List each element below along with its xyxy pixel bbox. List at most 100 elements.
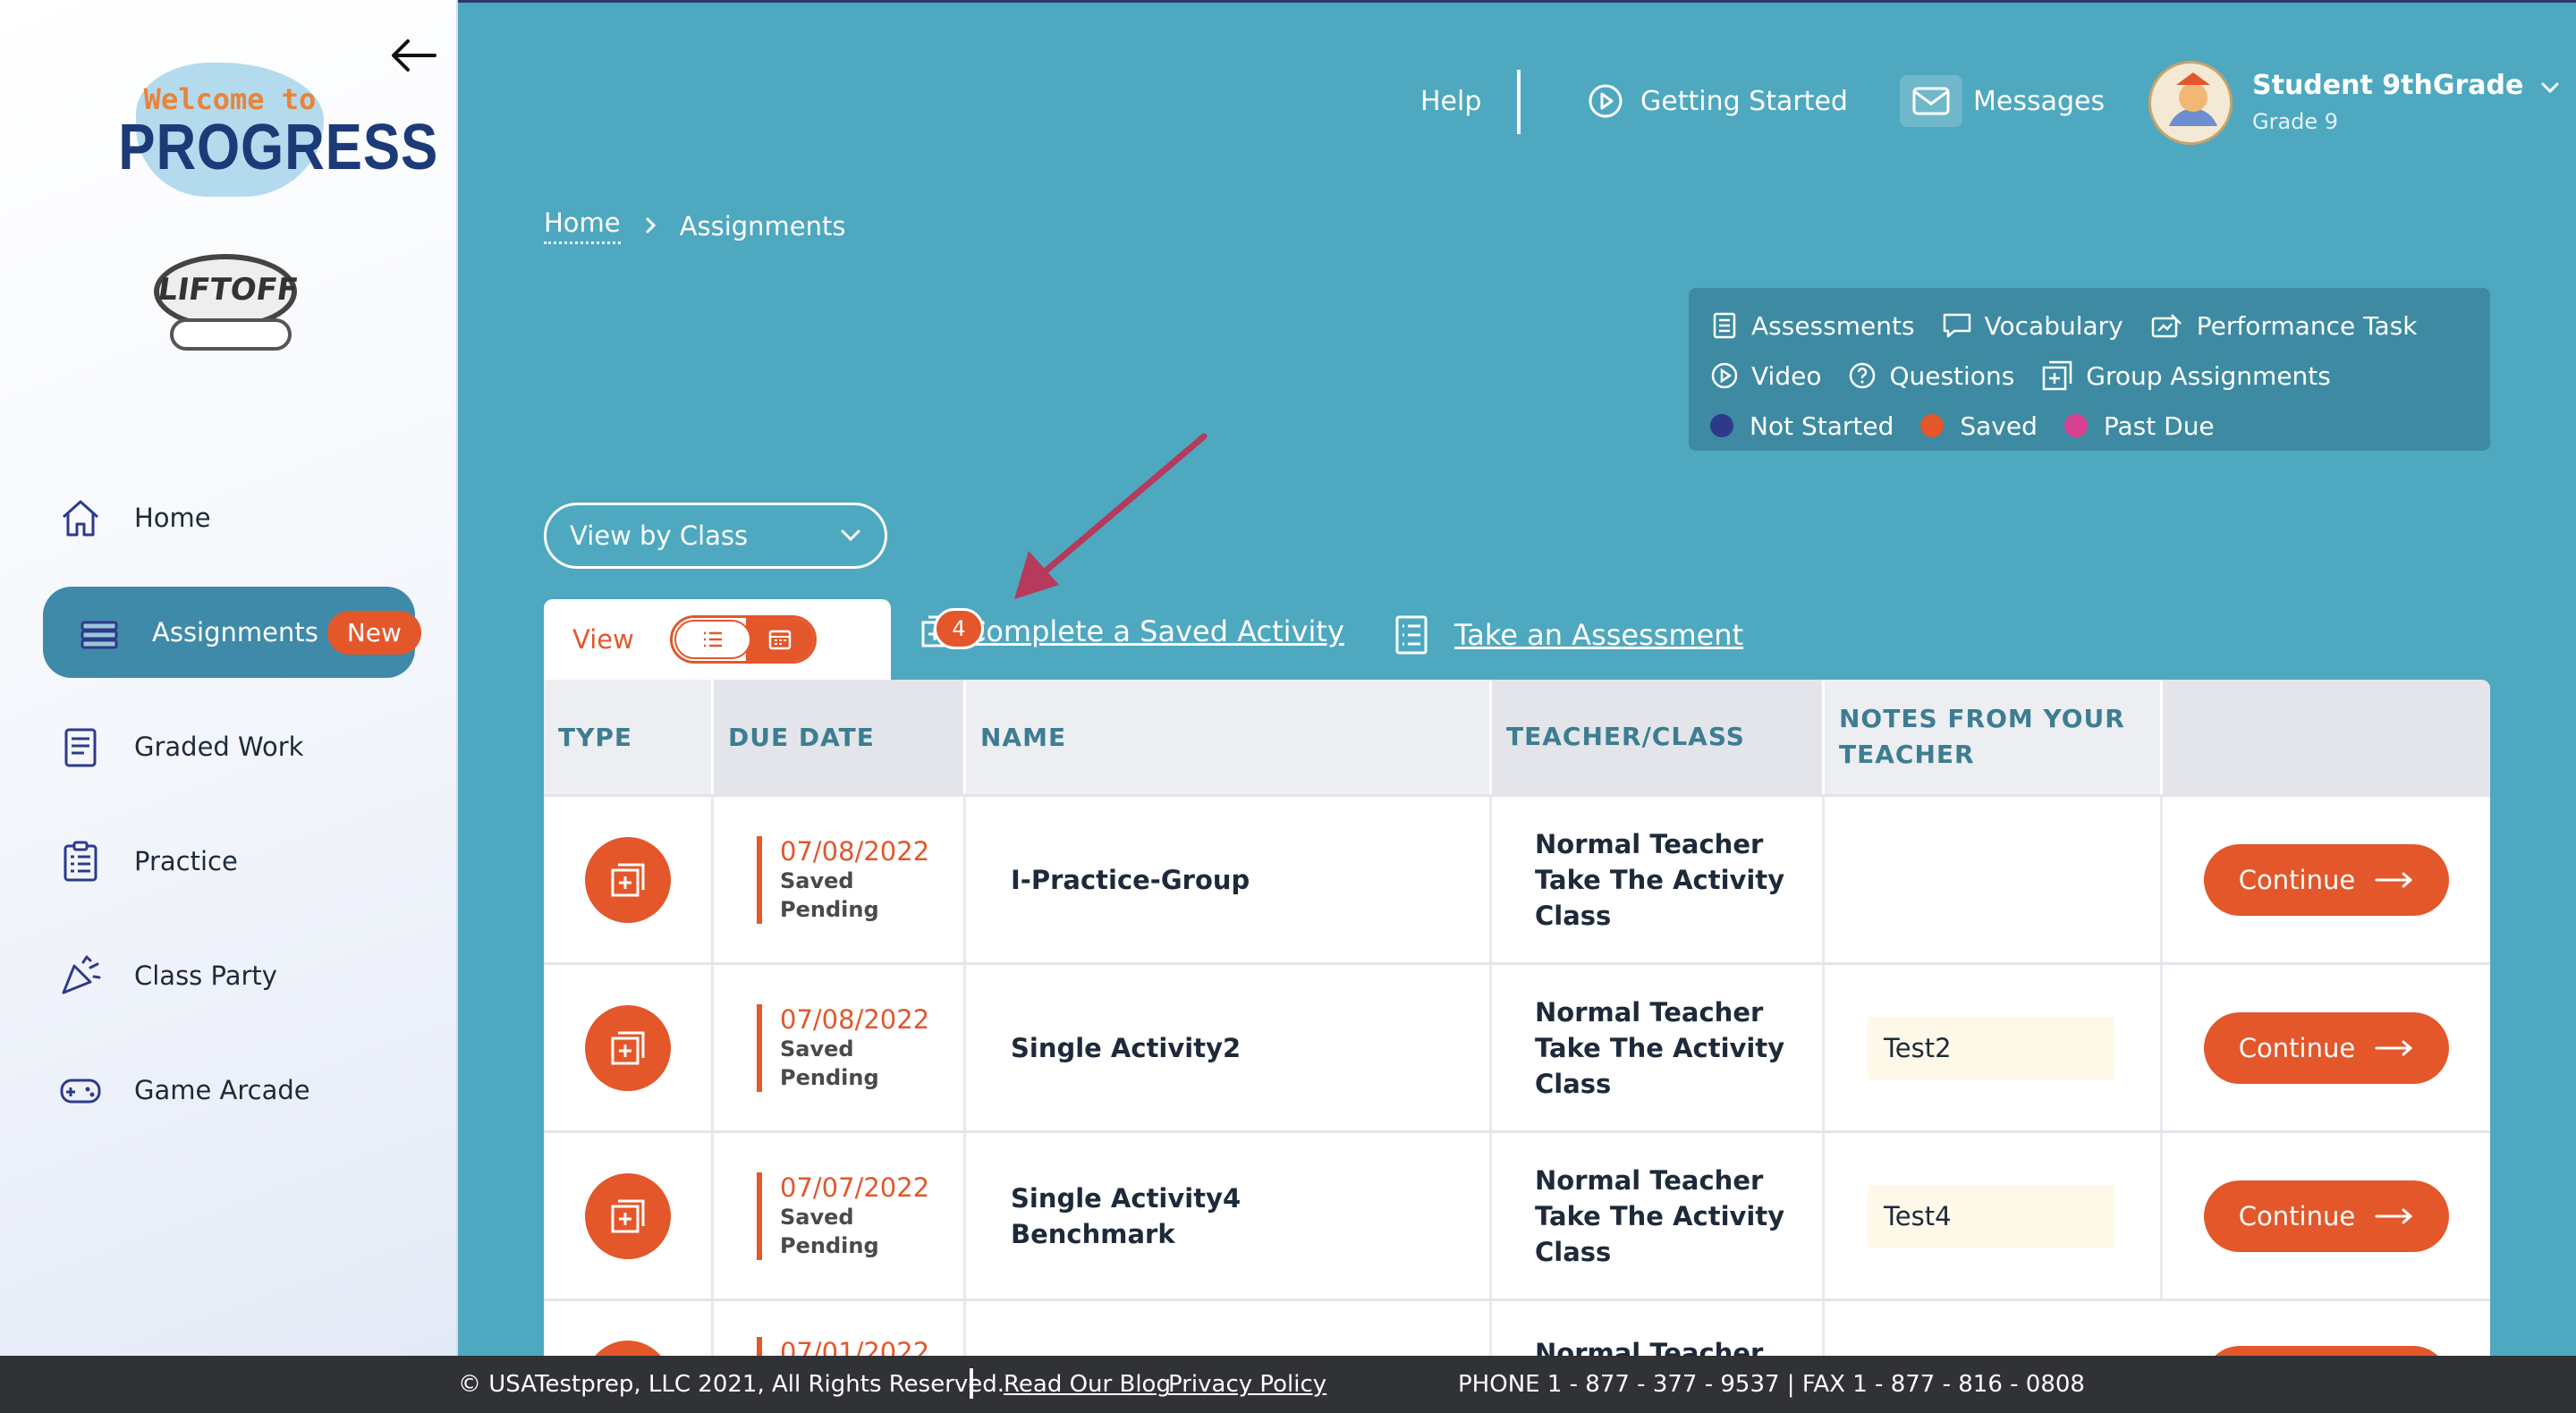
sidebar-item-home[interactable]: Home bbox=[43, 472, 419, 563]
legend-performance-task: Performance Task bbox=[2150, 311, 2418, 341]
legend-label: Performance Task bbox=[2196, 310, 2418, 341]
column-header-notes[interactable]: NOTES FROM YOUR TEACHER bbox=[1825, 680, 2163, 794]
column-header-action bbox=[2163, 680, 2490, 794]
legend-label: Past Due bbox=[2103, 410, 2215, 441]
avatar[interactable] bbox=[2148, 61, 2233, 145]
notes-cell: Test4 bbox=[1825, 1133, 2163, 1299]
legend-label: Saved bbox=[1960, 410, 2038, 441]
calendar-icon[interactable] bbox=[745, 618, 814, 661]
continue-label: Continue bbox=[2238, 864, 2356, 895]
group-assignment-icon[interactable] bbox=[584, 836, 671, 923]
type-cell bbox=[544, 965, 714, 1130]
user-name: Student 9thGrade bbox=[2252, 70, 2524, 101]
sidebar-item-class-party[interactable]: Class Party bbox=[43, 930, 419, 1021]
sidebar-item-label: Practice bbox=[134, 846, 238, 876]
back-arrow-icon[interactable] bbox=[386, 34, 440, 77]
table-row: 07/08/2022 Saved Pending I-Practice-Grou… bbox=[544, 794, 2490, 962]
due-date: 07/08/2022 bbox=[780, 835, 930, 867]
view-label: View bbox=[572, 624, 634, 655]
view-toggle[interactable] bbox=[669, 615, 817, 664]
teacher-name: Normal Teacher bbox=[1535, 996, 1764, 1028]
assignments-table: TYPE DUE DATE NAME TEACHER/CLASS NOTES F… bbox=[544, 680, 2490, 1356]
assessments-icon bbox=[1713, 312, 1736, 339]
status-saved: Saved bbox=[780, 867, 854, 893]
column-header-teacher[interactable]: TEACHER/CLASS bbox=[1492, 680, 1825, 794]
sidebar-item-practice[interactable]: Practice bbox=[43, 816, 419, 907]
arrow-right-icon bbox=[2375, 1208, 2413, 1223]
due-date: 07/07/2022 bbox=[780, 1172, 930, 1203]
legend-label: Vocabulary bbox=[1984, 310, 2123, 341]
legend-group-assignments: Group Assignments bbox=[2041, 360, 2331, 392]
continue-label: Continue bbox=[2238, 1200, 2356, 1231]
messages-link[interactable]: Messages bbox=[1900, 75, 2105, 127]
due-date-cell: 07/01/2022 bbox=[714, 1301, 966, 1356]
group-assignment-icon[interactable] bbox=[584, 1004, 671, 1091]
footer-divider bbox=[970, 1368, 973, 1399]
annotation-arrow bbox=[1014, 433, 1208, 599]
continue-button[interactable] bbox=[2204, 1346, 2449, 1356]
legend-label: Questions bbox=[1889, 360, 2015, 391]
take-assessment-link[interactable]: Take an Assessment bbox=[1394, 613, 1743, 656]
progress-logo: Welcome to PROGRESS bbox=[100, 55, 437, 207]
header-divider bbox=[1517, 70, 1521, 134]
sidebar-item-label: Game Arcade bbox=[134, 1075, 310, 1105]
getting-started-link[interactable]: Getting Started bbox=[1587, 82, 1848, 120]
sidebar-item-label: Graded Work bbox=[134, 732, 304, 762]
status-pending: Pending bbox=[780, 896, 879, 922]
footer: © USATestprep, LLC 2021, All Rights Rese… bbox=[0, 1356, 2576, 1413]
breadcrumb-home[interactable]: Home bbox=[544, 207, 621, 244]
due-date-cell: 07/07/2022 Saved Pending bbox=[714, 1133, 966, 1299]
sidebar-item-game-arcade[interactable]: Game Arcade bbox=[43, 1045, 419, 1136]
sidebar-item-label: Home bbox=[134, 503, 211, 533]
saved-link-label: Complete a Saved Activity bbox=[966, 614, 1344, 648]
teacher-name: Normal Teacher bbox=[1535, 1338, 1764, 1356]
column-header-name[interactable]: NAME bbox=[966, 680, 1492, 794]
continue-button[interactable]: Continue bbox=[2204, 1011, 2449, 1084]
blog-link[interactable]: Read Our Blog bbox=[1004, 1371, 1171, 1398]
continue-button[interactable]: Continue bbox=[2204, 843, 2449, 916]
privacy-link[interactable]: Privacy Policy bbox=[1168, 1371, 1326, 1398]
sidebar-item-graded-work[interactable]: Graded Work bbox=[43, 701, 419, 792]
teacher-class-cell: Normal Teacher Take The Activity Class bbox=[1492, 797, 1825, 962]
view-by-class-select[interactable]: View by Class bbox=[544, 503, 887, 569]
copyright: © USATestprep, LLC 2021, All Rights Rese… bbox=[458, 1371, 1005, 1398]
teacher-class-cell: Normal Teacher Take The Activity Class bbox=[1492, 1133, 1825, 1299]
due-date-block: 07/08/2022 Saved Pending bbox=[757, 835, 930, 924]
group-assignment-icon[interactable] bbox=[584, 1172, 671, 1259]
home-icon bbox=[57, 495, 104, 541]
legend-video: Video bbox=[1710, 361, 1821, 391]
column-header-due-date[interactable]: DUE DATE bbox=[714, 680, 966, 794]
class-name: Take The Activity bbox=[1535, 1032, 1785, 1063]
class-name: Take The Activity bbox=[1535, 864, 1785, 895]
column-header-type[interactable]: TYPE bbox=[544, 680, 714, 794]
user-menu[interactable]: Student 9thGrade bbox=[2252, 70, 2560, 101]
legend-panel: Assessments Vocabulary Performance Task … bbox=[1689, 288, 2490, 451]
user-grade: Grade 9 bbox=[2252, 109, 2339, 134]
liftoff-cloud bbox=[170, 318, 292, 351]
group-assignment-icon[interactable] bbox=[584, 1341, 671, 1356]
table-header: TYPE DUE DATE NAME TEACHER/CLASS NOTES F… bbox=[544, 680, 2490, 794]
list-view-icon[interactable] bbox=[674, 620, 751, 659]
messages-label: Messages bbox=[1973, 85, 2106, 117]
status-dot-orange bbox=[1920, 414, 1945, 437]
teacher-name: Normal Teacher bbox=[1535, 828, 1764, 859]
legend-vocabulary: Vocabulary bbox=[1942, 311, 2123, 341]
teacher-note: Test4 bbox=[1868, 1184, 2114, 1248]
breadcrumb-current: Assignments bbox=[679, 210, 846, 241]
type-cell bbox=[544, 797, 714, 962]
practice-icon bbox=[57, 838, 104, 884]
due-date-cell: 07/08/2022 Saved Pending bbox=[714, 797, 966, 962]
due-date-cell: 07/08/2022 Saved Pending bbox=[714, 965, 966, 1130]
breadcrumb: Home Assignments bbox=[544, 207, 846, 244]
type-cell bbox=[544, 1133, 714, 1299]
help-link[interactable]: Help bbox=[1420, 86, 1481, 117]
mail-icon bbox=[1900, 75, 1962, 127]
teacher-class-cell: Normal Teacher Take The Activity Class bbox=[1492, 965, 1825, 1130]
legend-label: Group Assignments bbox=[2086, 360, 2331, 391]
sidebar-item-assignments[interactable]: Assignments New bbox=[43, 587, 421, 678]
liftoff-badge: LIFTOFF bbox=[154, 250, 302, 351]
legend-past-due: Past Due bbox=[2063, 410, 2215, 441]
continue-button[interactable]: Continue bbox=[2204, 1180, 2449, 1252]
view-select-value: View by Class bbox=[570, 520, 749, 551]
assignment-name: Single Activity2 bbox=[966, 965, 1492, 1130]
